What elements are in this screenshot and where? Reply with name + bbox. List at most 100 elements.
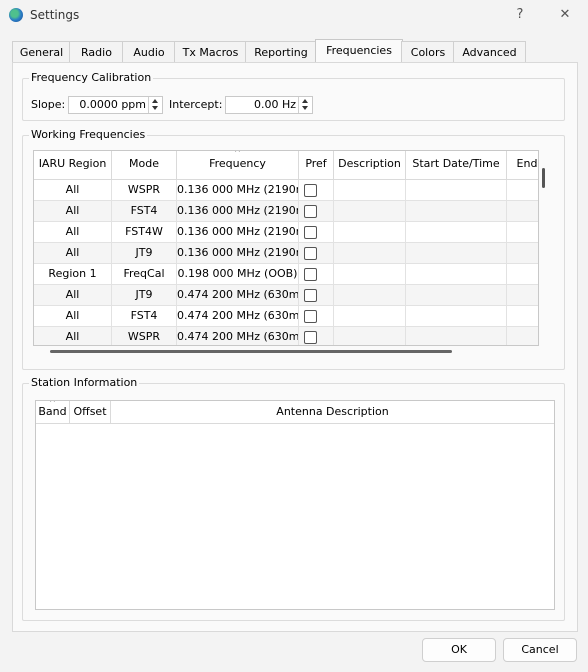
cell-start-date-time[interactable]: [406, 264, 507, 285]
cell-description[interactable]: [334, 201, 406, 222]
cell-description[interactable]: [334, 327, 406, 345]
pref-checkbox[interactable]: [304, 289, 317, 302]
cell-iaru-region[interactable]: Region 1: [34, 264, 112, 285]
table-row[interactable]: All WSPR 0.136 000 MHz (2190m): [34, 180, 538, 201]
cell-mode[interactable]: FST4: [112, 306, 177, 327]
horizontal-scrollbar[interactable]: [50, 350, 452, 353]
cell-end[interactable]: [507, 327, 538, 345]
spin-down-icon[interactable]: [302, 106, 308, 110]
cell-end[interactable]: [507, 285, 538, 306]
column-header-description[interactable]: Description: [334, 151, 406, 179]
cell-mode[interactable]: WSPR: [112, 180, 177, 201]
cell-mode[interactable]: FST4: [112, 201, 177, 222]
cell-frequency[interactable]: 0.136 000 MHz (2190m): [177, 201, 299, 222]
close-button[interactable]: ✕: [550, 4, 580, 26]
cell-start-date-time[interactable]: [406, 306, 507, 327]
column-header-antenna-description[interactable]: Antenna Description: [111, 401, 554, 423]
cell-pref[interactable]: [299, 243, 334, 264]
intercept-spinbox[interactable]: 0.00 Hz: [225, 96, 313, 114]
cell-end[interactable]: [507, 201, 538, 222]
cell-frequency[interactable]: 0.198 000 MHz (OOB): [177, 264, 299, 285]
cell-iaru-region[interactable]: All: [34, 180, 112, 201]
cell-frequency[interactable]: 0.474 200 MHz (630m): [177, 306, 299, 327]
table-row[interactable]: Region 1 FreqCal 0.198 000 MHz (OOB): [34, 264, 538, 285]
cell-iaru-region[interactable]: All: [34, 201, 112, 222]
cell-pref[interactable]: [299, 222, 334, 243]
cell-pref[interactable]: [299, 264, 334, 285]
slope-stepper[interactable]: [148, 97, 162, 113]
cell-iaru-region[interactable]: All: [34, 306, 112, 327]
cell-iaru-region[interactable]: All: [34, 327, 112, 345]
cell-description[interactable]: [334, 243, 406, 264]
column-header-offset[interactable]: Offset: [70, 401, 111, 423]
pref-checkbox[interactable]: [304, 226, 317, 239]
table-row[interactable]: All FST4W 0.136 000 MHz (2190m): [34, 222, 538, 243]
cell-start-date-time[interactable]: [406, 201, 507, 222]
cell-iaru-region[interactable]: All: [34, 285, 112, 306]
column-header-start-date-time[interactable]: Start Date/Time: [406, 151, 507, 179]
help-button[interactable]: ?: [505, 4, 535, 26]
column-header-iaru-region[interactable]: IARU Region: [34, 151, 112, 179]
cell-start-date-time[interactable]: [406, 327, 507, 345]
cell-frequency[interactable]: 0.474 200 MHz (630m): [177, 327, 299, 345]
cell-mode[interactable]: WSPR: [112, 327, 177, 345]
cell-pref[interactable]: [299, 327, 334, 345]
cell-end[interactable]: [507, 306, 538, 327]
station-information-table[interactable]: ^ Band Offset Antenna Description: [35, 400, 555, 610]
cell-end[interactable]: [507, 243, 538, 264]
pref-checkbox[interactable]: [304, 331, 317, 344]
column-header-end[interactable]: End: [507, 151, 538, 179]
cell-pref[interactable]: [299, 306, 334, 327]
cell-description[interactable]: [334, 180, 406, 201]
working-frequencies-table[interactable]: IARU Region Mode ^ Frequency Pref Descri…: [33, 150, 539, 346]
tab-frequencies[interactable]: Frequencies: [315, 39, 403, 64]
spin-up-icon[interactable]: [152, 99, 158, 103]
tab-audio[interactable]: Audio: [122, 41, 176, 63]
table-row[interactable]: All JT9 0.474 200 MHz (630m): [34, 285, 538, 306]
cell-start-date-time[interactable]: [406, 180, 507, 201]
cell-mode[interactable]: FreqCal: [112, 264, 177, 285]
cancel-button[interactable]: Cancel: [503, 638, 577, 662]
pref-checkbox[interactable]: [304, 205, 317, 218]
tab-general[interactable]: General: [12, 41, 71, 63]
cell-mode[interactable]: JT9: [112, 243, 177, 264]
cell-end[interactable]: [507, 264, 538, 285]
cell-mode[interactable]: JT9: [112, 285, 177, 306]
column-header-frequency[interactable]: ^ Frequency: [177, 151, 299, 179]
pref-checkbox[interactable]: [304, 247, 317, 260]
cell-pref[interactable]: [299, 201, 334, 222]
table-row[interactable]: All FST4 0.136 000 MHz (2190m): [34, 201, 538, 222]
cell-iaru-region[interactable]: All: [34, 243, 112, 264]
cell-pref[interactable]: [299, 285, 334, 306]
tab-advanced[interactable]: Advanced: [453, 41, 526, 63]
pref-checkbox[interactable]: [304, 184, 317, 197]
cell-frequency[interactable]: 0.136 000 MHz (2190m): [177, 222, 299, 243]
cell-start-date-time[interactable]: [406, 243, 507, 264]
ok-button[interactable]: OK: [422, 638, 496, 662]
table-row[interactable]: All JT9 0.136 000 MHz (2190m): [34, 243, 538, 264]
spin-down-icon[interactable]: [152, 106, 158, 110]
column-header-band[interactable]: ^ Band: [36, 401, 70, 423]
cell-frequency[interactable]: 0.136 000 MHz (2190m): [177, 243, 299, 264]
vertical-scrollbar[interactable]: [542, 168, 545, 188]
cell-start-date-time[interactable]: [406, 285, 507, 306]
cell-description[interactable]: [334, 222, 406, 243]
cell-mode[interactable]: FST4W: [112, 222, 177, 243]
cell-description[interactable]: [334, 264, 406, 285]
tab-reporting[interactable]: Reporting: [245, 41, 317, 63]
column-header-mode[interactable]: Mode: [112, 151, 177, 179]
cell-description[interactable]: [334, 306, 406, 327]
tab-tx-macros[interactable]: Tx Macros: [174, 41, 247, 63]
pref-checkbox[interactable]: [304, 310, 317, 323]
cell-frequency[interactable]: 0.136 000 MHz (2190m): [177, 180, 299, 201]
tab-radio[interactable]: Radio: [69, 41, 124, 63]
cell-pref[interactable]: [299, 180, 334, 201]
spin-up-icon[interactable]: [302, 99, 308, 103]
cell-end[interactable]: [507, 180, 538, 201]
tab-colors[interactable]: Colors: [401, 41, 455, 63]
cell-frequency[interactable]: 0.474 200 MHz (630m): [177, 285, 299, 306]
cell-start-date-time[interactable]: [406, 222, 507, 243]
table-row[interactable]: All FST4 0.474 200 MHz (630m): [34, 306, 538, 327]
cell-description[interactable]: [334, 285, 406, 306]
table-row[interactable]: All WSPR 0.474 200 MHz (630m): [34, 327, 538, 345]
